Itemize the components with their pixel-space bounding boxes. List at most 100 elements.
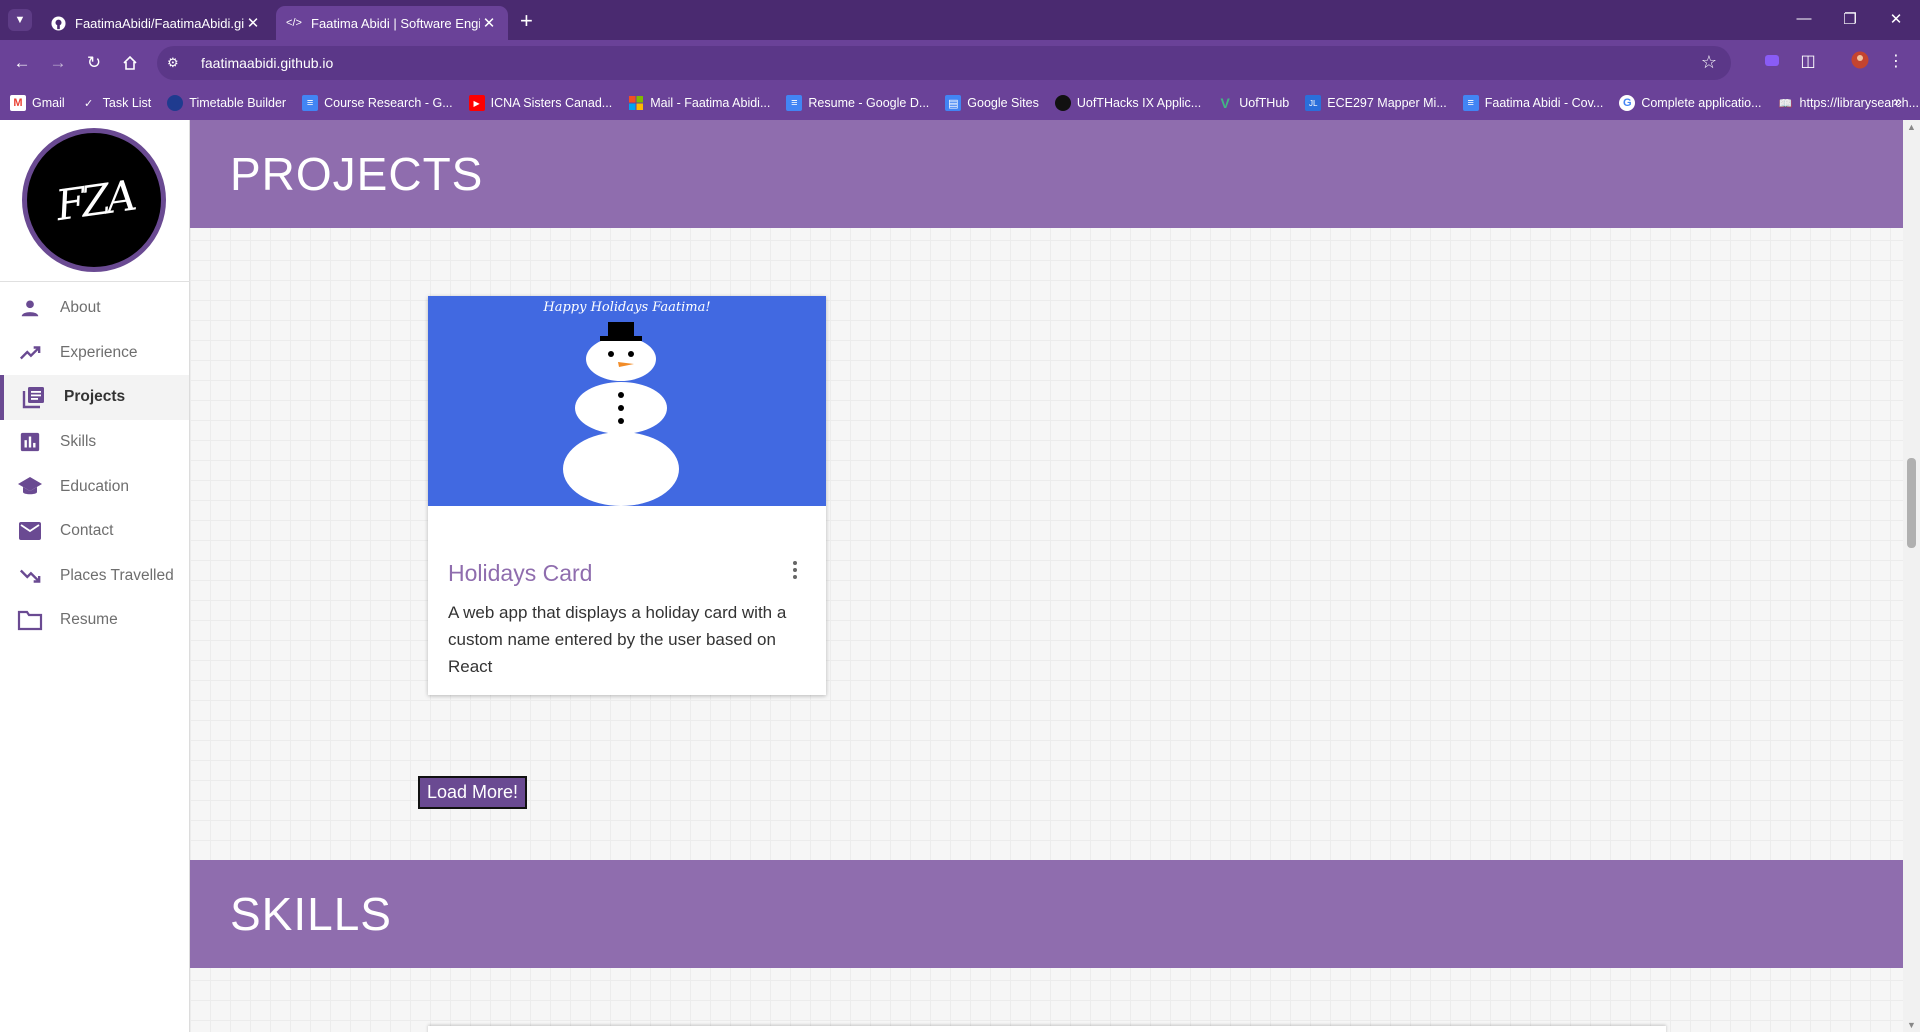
sidebar-item-contact[interactable]: Contact <box>0 509 189 554</box>
trending-up-icon <box>16 341 44 365</box>
browser-menu-icon[interactable]: ⋮ <box>1884 51 1908 71</box>
home-icon[interactable] <box>118 51 142 75</box>
sidebar-item-experience[interactable]: Experience <box>0 331 189 376</box>
sidebar-item-education[interactable]: Education <box>0 464 189 509</box>
bookmarks-bar: M Gmail ✓ Task List Timetable Builder ≡ … <box>0 86 1920 120</box>
sidebar-item-label: About <box>60 299 101 317</box>
site-settings-icon[interactable]: ⚙ <box>167 55 189 71</box>
bookmark-label: Task List <box>102 96 152 110</box>
project-title[interactable]: Holidays Card <box>448 560 592 587</box>
snowman-illustration <box>563 322 679 506</box>
minimize-icon[interactable]: — <box>1784 10 1824 27</box>
sidebar-item-label: Skills <box>60 433 97 451</box>
new-tab-button[interactable]: + <box>520 8 533 34</box>
bookmark-resume-doc[interactable]: ≡ Resume - Google D... <box>786 95 929 111</box>
sidebar-item-label: Projects <box>64 388 126 406</box>
vue-icon: V <box>1220 95 1230 111</box>
scrollbar-thumb[interactable] <box>1907 458 1916 548</box>
bookmark-label: ICNA Sisters Canad... <box>490 96 613 110</box>
microsoft-icon <box>628 95 644 111</box>
bookmark-gmail[interactable]: M Gmail <box>10 95 65 111</box>
sidebar-nav: About Experience Projects Skills Educati… <box>0 286 189 643</box>
window-close-icon[interactable]: ✕ <box>1876 10 1916 28</box>
bookmark-label: Timetable Builder <box>189 96 287 110</box>
reload-icon[interactable]: ↻ <box>82 51 106 75</box>
bookmark-label: Resume - Google D... <box>808 96 930 110</box>
mail-icon <box>16 519 44 543</box>
bookmark-label: Gmail <box>32 96 65 110</box>
bookmark-course-research[interactable]: ≡ Course Research - G... <box>302 95 453 111</box>
tab-search-button[interactable]: ▼ <box>8 9 32 31</box>
circle-icon <box>1054 95 1071 111</box>
bookmark-star-icon[interactable]: ☆ <box>1701 52 1717 73</box>
youtube-icon: ▶ <box>468 95 485 111</box>
docs-icon: ≡ <box>302 95 319 111</box>
sidebar-item-resume[interactable]: Resume <box>0 598 189 643</box>
sidebar-item-about[interactable]: About <box>0 286 189 331</box>
bookmark-uofthacks[interactable]: UofTHacks IX Applic... <box>1054 95 1202 111</box>
project-description: A web app that displays a holiday card w… <box>448 603 787 676</box>
bookmark-label: Complete applicatio... <box>1641 96 1762 110</box>
sidebar-item-label: Contact <box>60 522 114 540</box>
sidebar-item-projects[interactable]: Projects <box>0 375 189 420</box>
book-icon: 📖 <box>1778 97 1793 110</box>
bookmark-label: Faatima Abidi - Cov... <box>1484 96 1604 110</box>
google-icon: G <box>1619 95 1636 111</box>
docs-icon: ≡ <box>786 95 803 111</box>
sidebar-item-label: Places Travelled <box>60 566 174 584</box>
close-tab-icon[interactable]: ✕ <box>480 14 498 32</box>
tab-title: Faatima Abidi | Software Engine <box>311 15 480 31</box>
bookmark-mail[interactable]: Mail - Faatima Abidi... <box>628 95 770 111</box>
jl-icon: JL <box>1305 95 1322 111</box>
browser-toolbar: ← → ↻ ⚙ faatimaabidi.github.io ☆ ◫ ⋮ <box>0 40 1920 86</box>
bookmark-label: UofTHacks IX Applic... <box>1076 96 1202 110</box>
bookmark-complete-application[interactable]: G Complete applicatio... <box>1619 95 1762 111</box>
github-icon <box>50 15 66 31</box>
scroll-down-arrow-icon[interactable]: ▼ <box>1907 1020 1916 1030</box>
puzzle-extensions-icon[interactable]: ◫ <box>1796 51 1820 71</box>
bookmark-label: UofTHub <box>1239 96 1290 110</box>
url-text: faatimaabidi.github.io <box>201 55 334 71</box>
gmail-icon: M <box>10 95 26 111</box>
more-vert-icon[interactable] <box>790 561 800 579</box>
sidebar-item-label: Resume <box>60 611 118 629</box>
trending-down-icon <box>16 564 44 588</box>
site-logo[interactable]: FZA <box>22 128 166 272</box>
docs-icon: ≡ <box>1462 95 1479 111</box>
section-title: PROJECTS <box>230 148 484 200</box>
check-icon: ✓ <box>84 97 94 110</box>
bar-chart-icon <box>16 430 44 454</box>
back-arrow-icon[interactable]: ← <box>10 51 34 75</box>
skills-section-header: SKILLS <box>190 860 1903 968</box>
bookmark-label: Course Research - G... <box>324 96 453 110</box>
sidebar: FZA About Experience Projects Skills Edu… <box>0 120 190 1032</box>
load-more-button[interactable]: Load More! <box>418 776 528 809</box>
address-bar[interactable]: ⚙ faatimaabidi.github.io ☆ <box>157 46 1731 80</box>
section-title: SKILLS <box>230 888 392 940</box>
extension-icon[interactable] <box>1760 51 1784 74</box>
bookmark-task-list[interactable]: ✓ Task List <box>81 95 152 111</box>
bookmark-uofthub[interactable]: V UofTHub <box>1217 95 1290 111</box>
profile-avatar[interactable] <box>1848 51 1872 74</box>
scroll-up-arrow-icon[interactable]: ▲ <box>1907 122 1916 132</box>
project-card[interactable]: Happy Holidays Faatima! Holidays Card A … <box>428 296 826 695</box>
bookmark-label: Mail - Faatima Abidi... <box>650 96 771 110</box>
tab-title: FaatimaAbidi/FaatimaAbidi.gith <box>75 15 244 31</box>
sidebar-item-places-travelled[interactable]: Places Travelled <box>0 554 189 599</box>
bookmark-icna[interactable]: ▶ ICNA Sisters Canad... <box>468 95 613 111</box>
logo-monogram: FZA <box>52 170 136 230</box>
page-scrollbar[interactable]: ▲ ▼ <box>1903 120 1920 1032</box>
browser-tab-github[interactable]: FaatimaAbidi/FaatimaAbidi.gith ✕ <box>40 6 272 40</box>
bookmark-cover-letter[interactable]: ≡ Faatima Abidi - Cov... <box>1462 95 1604 111</box>
browser-tab-active[interactable]: </> Faatima Abidi | Software Engine ✕ <box>276 6 508 40</box>
sidebar-item-skills[interactable]: Skills <box>0 420 189 465</box>
bookmark-ece297[interactable]: JL ECE297 Mapper Mi... <box>1305 95 1447 111</box>
close-tab-icon[interactable]: ✕ <box>244 14 262 32</box>
bookmark-timetable-builder[interactable]: Timetable Builder <box>167 95 286 111</box>
timetable-icon <box>167 95 184 111</box>
projects-section-header: PROJECTS <box>190 120 1903 228</box>
forward-arrow-icon[interactable]: → <box>46 51 70 75</box>
more-bookmarks-chevron-icon[interactable]: » <box>1894 93 1902 110</box>
bookmark-google-sites[interactable]: ▤ Google Sites <box>945 95 1039 111</box>
restore-icon[interactable]: ❐ <box>1830 10 1870 28</box>
